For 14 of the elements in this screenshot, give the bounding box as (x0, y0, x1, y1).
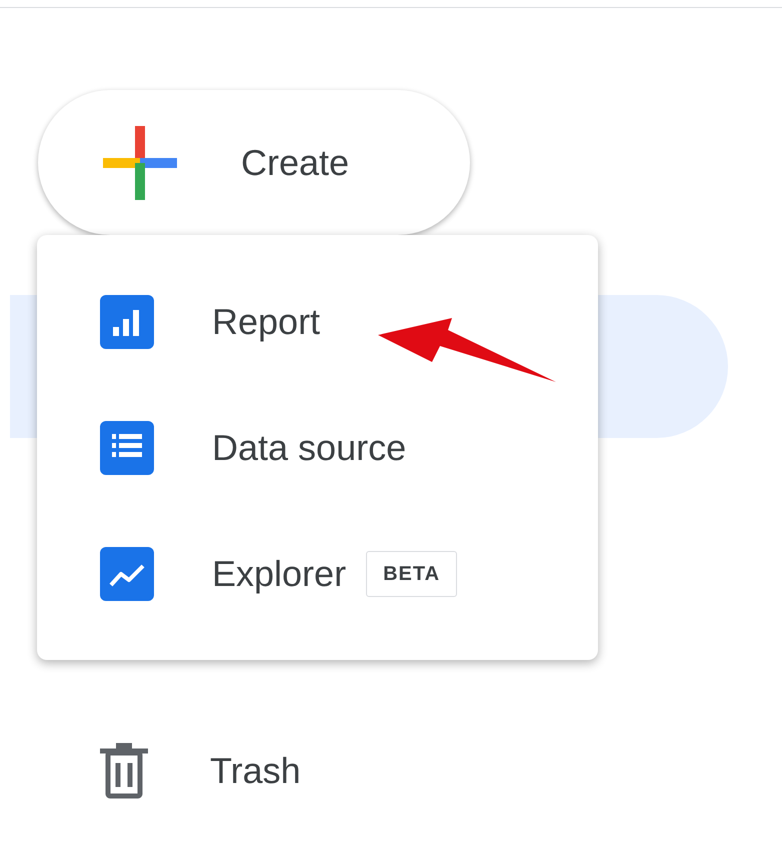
trash-icon (100, 743, 148, 799)
menu-item-label: Explorer (212, 552, 346, 596)
menu-item-label: Data source (212, 426, 406, 470)
beta-badge: BETA (366, 551, 458, 597)
list-icon (100, 421, 154, 475)
menu-item[interactable]: Report (37, 259, 598, 385)
create-button[interactable]: Create (38, 90, 470, 235)
menu-item[interactable]: Data source (37, 385, 598, 511)
menu-item[interactable]: Explorer BETA (37, 511, 598, 637)
bar-chart-icon (100, 295, 154, 349)
plus-icon (103, 126, 177, 200)
menu-item-label: Report (212, 300, 320, 344)
sidebar-item[interactable]: Trash (10, 721, 728, 821)
line-chart-icon (100, 547, 154, 601)
